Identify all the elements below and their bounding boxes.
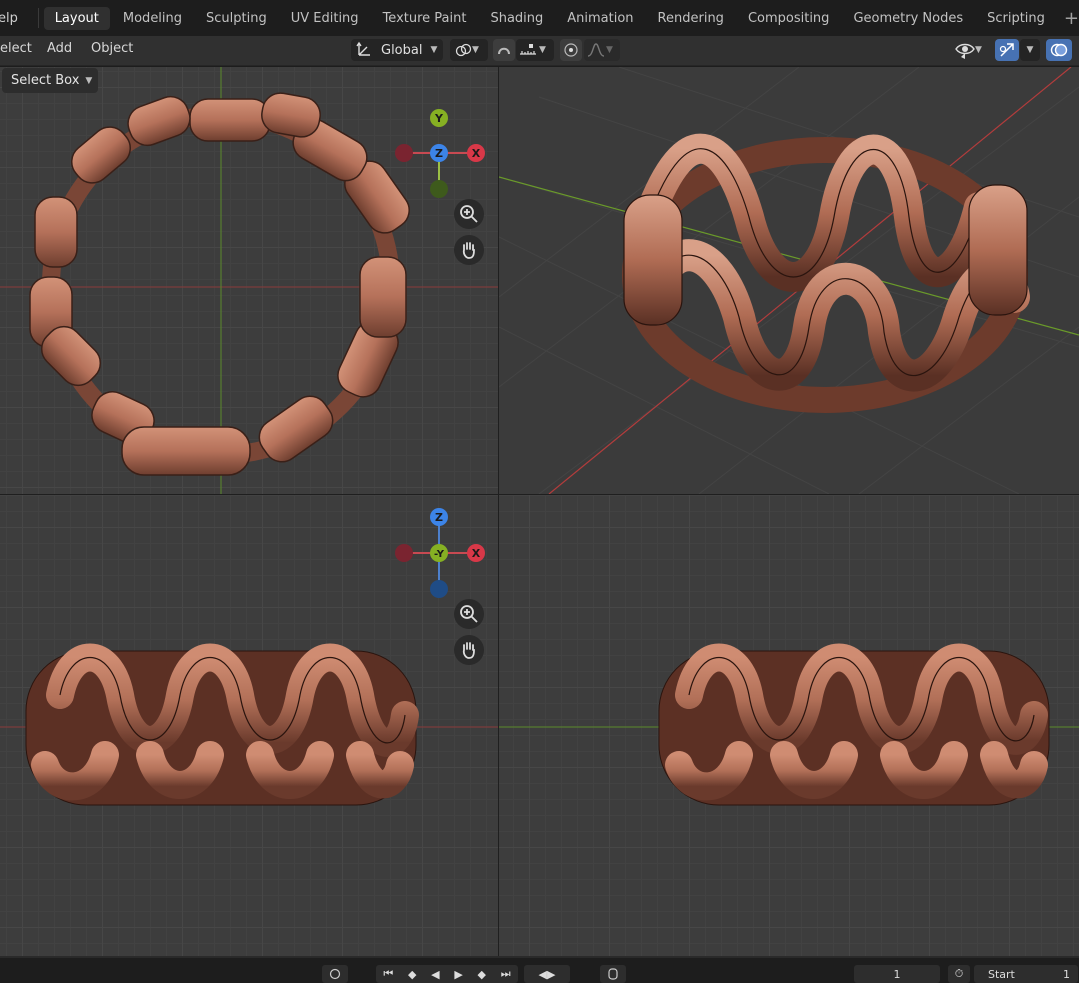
object-menu[interactable]: Object bbox=[91, 41, 133, 56]
chevron-down-icon: ▼ bbox=[606, 45, 613, 55]
tab-scripting[interactable]: Scripting bbox=[976, 7, 1056, 30]
tab-layout[interactable]: Layout bbox=[43, 6, 110, 30]
zoom-icon bbox=[460, 605, 478, 623]
preview-range-button[interactable]: ⏱ bbox=[948, 965, 970, 983]
snap-toggle[interactable] bbox=[493, 39, 515, 61]
snap-target-dropdown[interactable]: ▼ bbox=[516, 39, 554, 61]
record-icon bbox=[329, 968, 341, 980]
tab-geometry-nodes[interactable]: Geometry Nodes bbox=[842, 7, 974, 30]
tab-sculpting[interactable]: Sculpting bbox=[195, 7, 278, 30]
chevron-down-icon: ▼ bbox=[430, 45, 438, 55]
gizmo-neg-y[interactable] bbox=[430, 180, 448, 198]
play-icon[interactable]: ▶ bbox=[454, 968, 462, 981]
top-menu-bar: elp Layout Modeling Sculpting UV Editing… bbox=[0, 0, 1079, 36]
gizmo-x-label: X bbox=[472, 547, 481, 560]
tab-rendering[interactable]: Rendering bbox=[647, 7, 735, 30]
start-frame-label: Start bbox=[988, 967, 1015, 981]
snap-icon bbox=[498, 47, 510, 55]
next-keyframe-icon[interactable]: ◆ bbox=[478, 968, 486, 981]
zoom-button[interactable] bbox=[454, 599, 484, 629]
gizmo-dropdown[interactable]: ▼ bbox=[1020, 39, 1040, 61]
tab-compositing[interactable]: Compositing bbox=[737, 7, 841, 30]
hand-icon bbox=[462, 242, 475, 259]
orientation-label: Global bbox=[381, 42, 423, 58]
chevron-down-icon: ▼ bbox=[85, 75, 93, 86]
zoom-icon bbox=[460, 205, 478, 223]
plus-icon[interactable]: + bbox=[1064, 8, 1079, 29]
viewport-header: elect Add Object Global ▼ ▼ ▼ ▼ ▼ ▼ bbox=[0, 36, 1079, 66]
help-menu[interactable]: elp bbox=[0, 11, 24, 26]
menu-separator bbox=[37, 8, 39, 28]
tab-shading[interactable]: Shading bbox=[479, 7, 554, 30]
stopwatch-icon: ⏱ bbox=[954, 967, 964, 980]
transform-orientation-icon bbox=[356, 41, 370, 56]
keying-button[interactable] bbox=[322, 965, 348, 983]
overlay-icon bbox=[1050, 43, 1068, 57]
viewport-top-view[interactable]: Y X Z bbox=[0, 67, 498, 494]
prev-keyframe-icon[interactable]: ◆ bbox=[408, 968, 416, 981]
gizmo-neg-x[interactable] bbox=[395, 144, 413, 162]
gizmo-neg-y-label: -Y bbox=[434, 549, 445, 560]
current-frame-field[interactable]: 1 bbox=[854, 965, 940, 983]
visibility-dropdown[interactable]: ▼ bbox=[952, 39, 990, 61]
select-mode-label: Select Box bbox=[11, 73, 80, 88]
ring-top-view: Y X Z bbox=[0, 67, 498, 494]
proportional-edit-toggle[interactable] bbox=[560, 39, 582, 61]
snap-increment-icon bbox=[520, 44, 536, 55]
transform-orientation-dropdown[interactable]: Global ▼ bbox=[351, 39, 443, 61]
workspace-tabs: Layout Modeling Sculpting UV Editing Tex… bbox=[43, 0, 1079, 36]
falloff-dropdown[interactable]: ▼ bbox=[584, 39, 620, 61]
keyframe-prev-next-icon: ◀▶ bbox=[538, 967, 556, 981]
jump-end-icon[interactable]: ⏭ bbox=[501, 967, 511, 981]
viewport-perspective[interactable] bbox=[499, 67, 1079, 494]
chevron-down-icon: ▼ bbox=[539, 45, 546, 55]
gizmo-x-label: X bbox=[472, 147, 481, 160]
keyframe-nav[interactable]: ◀▶ bbox=[524, 965, 570, 983]
gizmo-z-label: Z bbox=[435, 147, 443, 160]
chevron-down-icon: ▼ bbox=[975, 45, 982, 55]
viewport-front-view[interactable]: Z X -Y bbox=[0, 495, 498, 956]
gizmo-icon bbox=[999, 43, 1014, 57]
gizmo-neg-z[interactable] bbox=[430, 580, 448, 598]
tab-modeling[interactable]: Modeling bbox=[112, 7, 193, 30]
current-frame-value: 1 bbox=[893, 967, 901, 981]
tab-texture-paint[interactable]: Texture Paint bbox=[372, 7, 478, 30]
visibility-icon bbox=[955, 43, 975, 59]
viewport-divider-horizontal[interactable] bbox=[0, 494, 1079, 495]
select-box-dropdown[interactable]: Select Box ▼ bbox=[2, 68, 98, 93]
pan-button[interactable] bbox=[454, 235, 484, 265]
ring-side-view bbox=[499, 643, 1079, 806]
chevron-down-icon: ▼ bbox=[472, 45, 479, 55]
timeline-bar: ⏮ ◆ ◀ ▶ ◆ ⏭ ◀▶ 1 ⏱ Start 1 bbox=[0, 956, 1079, 983]
auto-key-icon bbox=[608, 968, 618, 980]
gizmo-neg-x[interactable] bbox=[395, 544, 413, 562]
overlay-toggle[interactable] bbox=[1046, 39, 1072, 61]
proportional-edit-icon bbox=[564, 43, 578, 57]
ring-front-view: Z X -Y bbox=[0, 508, 498, 806]
zoom-button[interactable] bbox=[454, 199, 484, 229]
pivot-dropdown[interactable]: ▼ bbox=[450, 39, 488, 61]
gizmo-y-label: Y bbox=[434, 112, 444, 125]
play-reverse-icon[interactable]: ◀ bbox=[431, 968, 439, 981]
start-frame-field[interactable]: Start 1 bbox=[974, 965, 1078, 983]
viewport-side-view[interactable] bbox=[499, 495, 1079, 956]
chevron-down-icon: ▼ bbox=[1026, 45, 1034, 55]
viewport-divider-vertical[interactable] bbox=[498, 67, 499, 956]
hand-icon bbox=[462, 642, 475, 659]
tab-uv-editing[interactable]: UV Editing bbox=[280, 7, 370, 30]
ring-perspective-view bbox=[499, 67, 1079, 494]
playback-controls: ⏮ ◆ ◀ ▶ ◆ ⏭ bbox=[376, 965, 518, 983]
add-menu[interactable]: Add bbox=[47, 41, 72, 56]
start-frame-value: 1 bbox=[1063, 967, 1070, 981]
gizmo-toggle[interactable] bbox=[995, 39, 1019, 61]
auto-keying-button[interactable] bbox=[600, 965, 626, 983]
pan-button[interactable] bbox=[454, 635, 484, 665]
jump-start-icon[interactable]: ⏮ bbox=[383, 967, 393, 981]
pivot-icon bbox=[455, 43, 472, 57]
tab-animation[interactable]: Animation bbox=[556, 7, 644, 30]
gizmo-z-label: Z bbox=[435, 511, 443, 524]
select-menu[interactable]: elect bbox=[0, 41, 32, 56]
falloff-icon bbox=[587, 43, 605, 57]
